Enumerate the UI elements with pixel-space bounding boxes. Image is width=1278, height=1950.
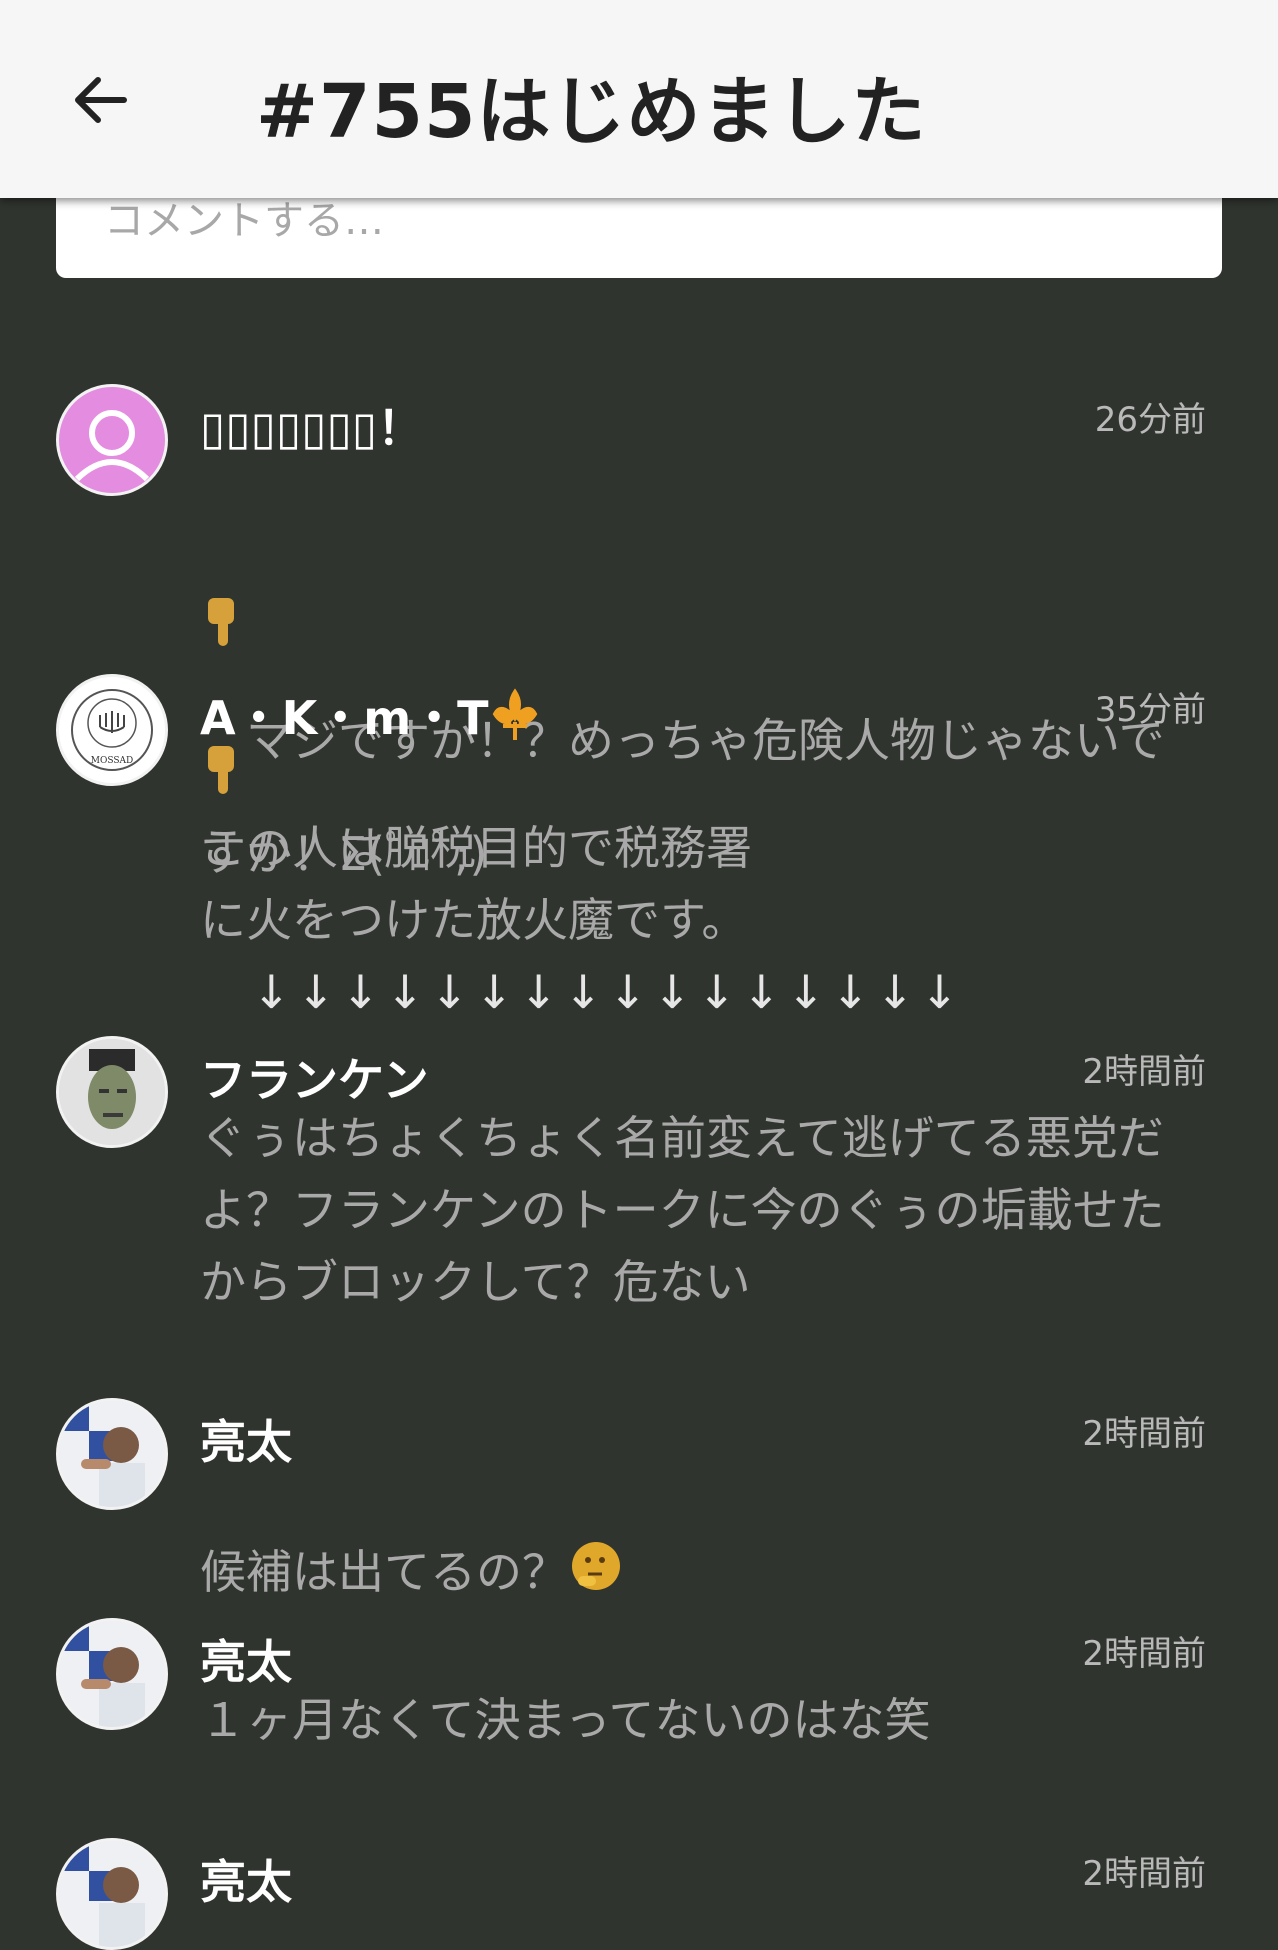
comment-time: 26分前: [1094, 400, 1206, 440]
pointing-down-hand-icon: [200, 522, 246, 670]
comment-author[interactable]: 亮太: [200, 1406, 292, 1472]
back-button[interactable]: [60, 60, 140, 140]
comment-time: 2時間前: [1082, 1414, 1206, 1454]
default-user-avatar-icon[interactable]: [56, 384, 168, 496]
comment-time: 35分前: [1094, 690, 1206, 730]
comment-author[interactable]: 亮太: [200, 1846, 292, 1912]
comment-text: 候補は出てるの？: [200, 1464, 1210, 1614]
app-bar: #755はじめました: [0, 0, 1278, 198]
comment-body: 候補は出てるの？: [200, 1545, 568, 1599]
comment-time: 2時間前: [1082, 1854, 1206, 1894]
photo-user-avatar-icon[interactable]: [56, 1398, 168, 1510]
comment-time: 2時間前: [1082, 1052, 1206, 1092]
photo-user-avatar-icon[interactable]: [56, 1838, 168, 1950]
comment-time: 2時間前: [1082, 1634, 1206, 1674]
comment-text: ぐぅはちょくちょく名前変えて逃げてる悪党だよ？フランケンのトークに今のぐぅの垢載…: [200, 1111, 1165, 1309]
frankenstein-avatar-icon[interactable]: [56, 1036, 168, 1148]
comment-author[interactable]: フランケン: [200, 1044, 429, 1110]
page-title: #755はじめました: [256, 69, 927, 155]
comment-body: この人は脱税目的で税務署 に火をつけた放火魔です。: [200, 821, 752, 947]
comment-arrows: ↓↓↓↓↓↓↓↓↓↓↓↓↓↓↓↓: [200, 965, 965, 1019]
comment-text: １ヶ月なくて決まってないのはな笑: [200, 1693, 931, 1747]
thinking-face-icon: [568, 1538, 624, 1614]
comment-author[interactable]: ▯▯▯▯▯▯▯！: [200, 392, 423, 458]
arrow-left-icon: [75, 77, 127, 123]
svg-text:MOSSAD: MOSSAD: [91, 756, 133, 766]
mossad-seal-avatar-icon[interactable]: MOSSAD: [56, 674, 168, 786]
photo-user-avatar-icon[interactable]: [56, 1618, 168, 1730]
comment-author[interactable]: 亮太: [200, 1626, 292, 1692]
